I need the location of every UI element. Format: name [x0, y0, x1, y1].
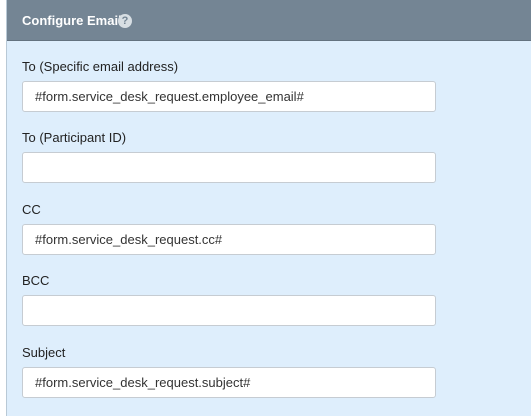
subject-label: Subject — [22, 345, 66, 360]
question-circle-icon[interactable]: ? — [118, 14, 132, 28]
panel-header: Configure Email ? — [7, 0, 531, 41]
to-email-label: To (Specific email address) — [22, 59, 179, 74]
cc-label: CC — [22, 202, 41, 217]
to-participant-input[interactable] — [22, 152, 436, 183]
cc-input[interactable] — [22, 224, 436, 255]
to-participant-label: To (Participant ID) — [22, 130, 127, 145]
subject-input[interactable] — [22, 367, 436, 398]
configure-email-panel: Configure Email ? To (Specific email add… — [6, 0, 531, 416]
bcc-input[interactable] — [22, 295, 436, 326]
to-email-input[interactable] — [22, 81, 436, 112]
panel-title: Configure Email — [22, 13, 122, 28]
bcc-label: BCC — [22, 273, 50, 288]
